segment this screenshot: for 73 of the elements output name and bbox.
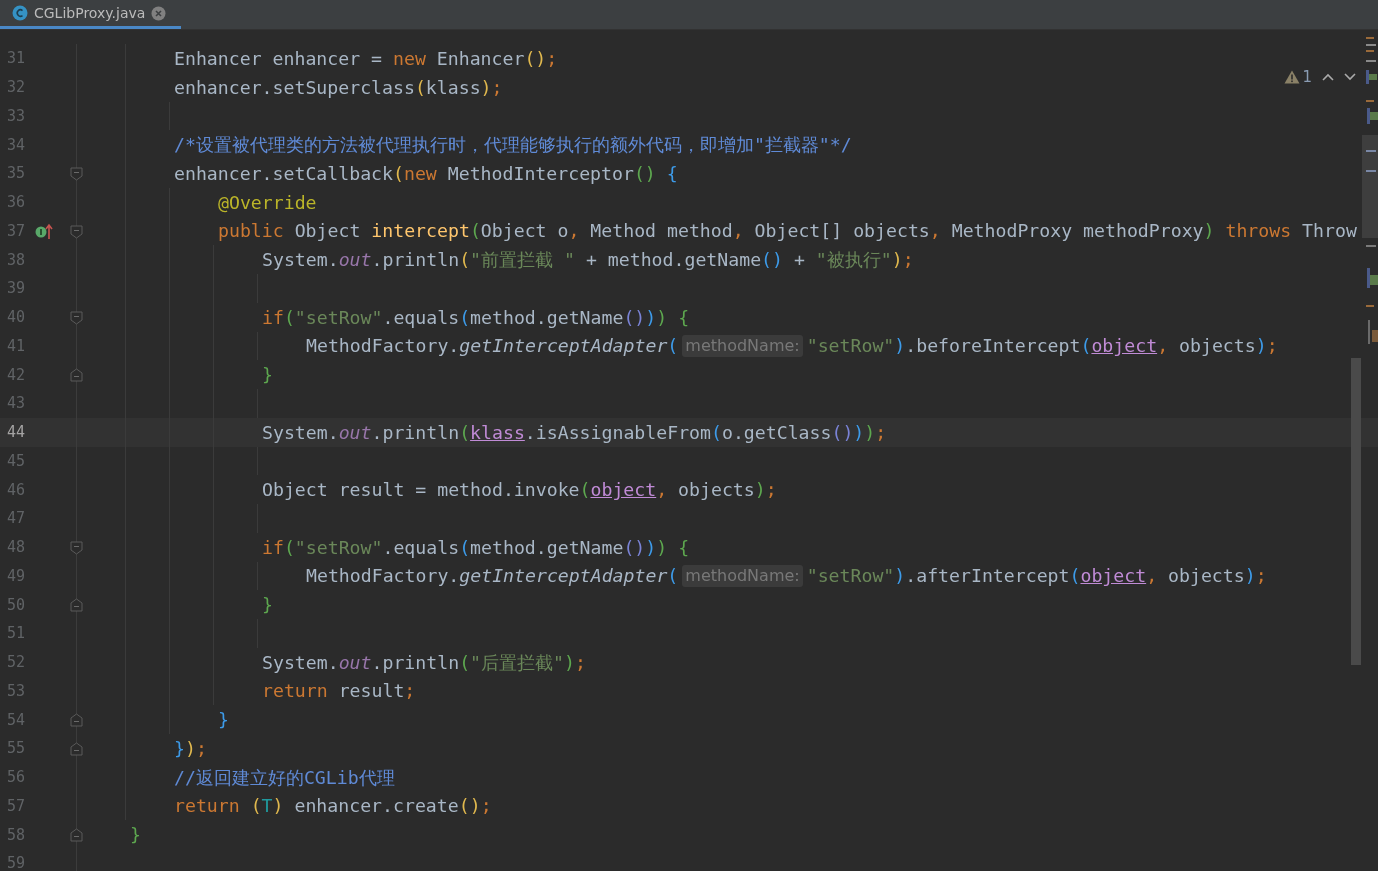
line-number: 55	[6, 739, 27, 758]
line-number: 34	[6, 135, 27, 154]
code-text: MethodFactory.getInterceptAdapter(	[306, 565, 679, 587]
line-number: 49	[6, 566, 27, 585]
chevron-up-icon[interactable]	[1322, 73, 1334, 81]
line-number: 46	[6, 480, 27, 499]
code-text: System.out.println(klass.isAssignableFrom(o.getClass()));	[262, 421, 887, 443]
line-number: 53	[6, 681, 27, 700]
fold-marker-icon[interactable]	[70, 598, 83, 613]
warning-count[interactable]: 1	[1302, 68, 1312, 86]
code-text: MethodFactory.getInterceptAdapter(	[306, 335, 679, 357]
fold-marker-icon[interactable]	[70, 742, 83, 756]
parameter-hint: methodName:	[682, 334, 803, 357]
code-text: "setRow").afterIntercept(object, objects);	[806, 565, 1267, 587]
line-number: 51	[6, 624, 27, 643]
code-text: public Object intercept(Object o, Method method, Object[] objects, MethodProxy methodProxy) throws Throw	[218, 220, 1357, 242]
code-text: //返回建立好的CGLib代理	[174, 765, 395, 790]
line-number: 33	[6, 106, 27, 125]
line-number: 42	[6, 365, 27, 384]
line-number: 38	[6, 250, 27, 269]
implementation-icon[interactable]	[35, 221, 55, 240]
line-number: 39	[6, 279, 27, 298]
code-text: if("setRow".equals(method.getName())) {	[262, 536, 690, 558]
fold-marker-icon[interactable]	[70, 713, 83, 728]
code-text: }	[262, 364, 273, 386]
code-text: return (T) enhancer.create();	[174, 795, 492, 817]
code-text: System.out.println("前置拦截 " + method.getName() + "被执行");	[262, 248, 914, 273]
line-number: 43	[6, 394, 27, 413]
line-number: 35	[6, 164, 27, 183]
code-text: }	[262, 594, 273, 616]
line-number: 40	[6, 308, 27, 327]
line-number: 31	[6, 49, 27, 68]
line-number: 54	[6, 710, 27, 729]
code-text: if("setRow".equals(method.getName())) {	[262, 306, 690, 328]
line-number: 52	[6, 653, 27, 672]
fold-marker-icon[interactable]	[70, 368, 83, 383]
close-icon[interactable]	[151, 5, 167, 21]
warning-icon[interactable]	[1284, 70, 1301, 84]
fold-marker-icon[interactable]	[70, 540, 83, 555]
line-number: 59	[6, 854, 27, 871]
code-text: enhancer.setCallback(new MethodInterceptor() {	[174, 162, 678, 184]
line-number: 47	[6, 509, 27, 528]
scrollbar-thumb[interactable]	[1351, 358, 1361, 665]
code-text: }	[218, 709, 229, 731]
line-number: 56	[6, 768, 27, 787]
code-text: }	[130, 824, 141, 846]
code-text: Enhancer enhancer = new Enhancer();	[174, 47, 558, 69]
fold-marker-icon[interactable]	[70, 828, 83, 843]
line-number: 36	[6, 193, 27, 212]
line-number: 32	[6, 78, 27, 97]
fold-marker-icon[interactable]	[70, 224, 83, 239]
line-number: 48	[6, 538, 27, 557]
parameter-hint: methodName:	[682, 564, 803, 587]
code-text: /*设置被代理类的方法被代理执行时，代理能够执行的额外代码，即增加"拦截器"*/	[174, 133, 852, 158]
code-text: return result;	[262, 680, 416, 702]
code-text: Object result = method.invoke(object, objects);	[262, 479, 777, 501]
line-number: 50	[6, 595, 27, 614]
line-number: 45	[6, 451, 27, 470]
code-text: enhancer.setSuperclass(klass);	[174, 76, 503, 98]
code-text: @Override	[218, 191, 317, 213]
line-number: 58	[6, 825, 27, 844]
code-text: });	[174, 737, 207, 759]
line-number: 41	[6, 336, 27, 355]
class-file-icon	[12, 5, 28, 21]
chevron-down-icon[interactable]	[1344, 73, 1356, 81]
line-number: 57	[6, 796, 27, 815]
code-text: System.out.println("后置拦截");	[262, 650, 586, 675]
fold-marker-icon[interactable]	[70, 310, 83, 325]
code-text: "setRow").beforeIntercept(object, objects);	[806, 335, 1278, 357]
line-number: 44	[6, 423, 27, 442]
tab-title: CGLibProxy.java	[34, 5, 146, 21]
line-number: 37	[6, 221, 27, 240]
fold-marker-icon[interactable]	[70, 167, 83, 181]
